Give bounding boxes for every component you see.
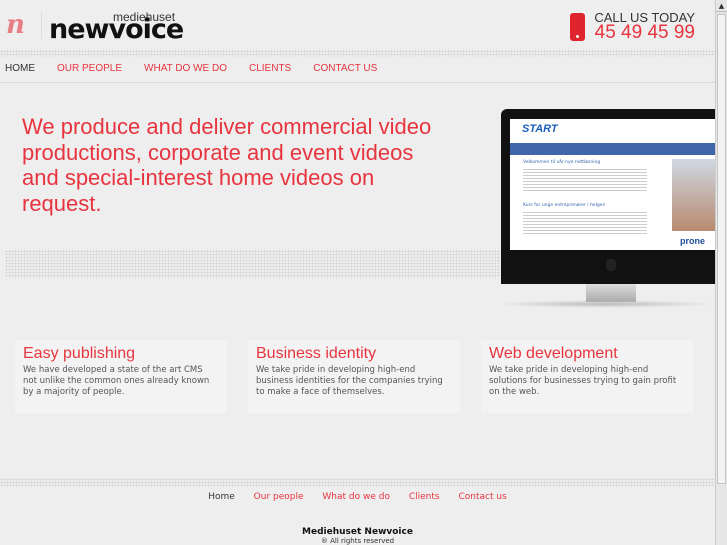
- feature-easy-publishing: Easy publishing We have developed a stat…: [15, 340, 227, 413]
- feature-text: We have developed a state of the art CMS…: [23, 365, 210, 397]
- nav-what-do-we-do[interactable]: WHAT DO WE DO: [144, 63, 227, 74]
- feature-text: We take pride in developing high-end bus…: [256, 365, 443, 397]
- feature-title: Easy publishing: [23, 345, 136, 362]
- feature-title: Web development: [489, 345, 618, 362]
- scrollbar-thumb[interactable]: [717, 14, 726, 484]
- nav-our-people[interactable]: OUR PEOPLE: [57, 63, 122, 74]
- nav-contact-us[interactable]: CONTACT US: [313, 63, 377, 74]
- footer-company: Mediehuset Newvoice: [302, 527, 413, 537]
- footer-nav-clients[interactable]: Clients: [409, 492, 440, 502]
- logo-divider: [41, 11, 42, 39]
- phone-icon: [570, 13, 585, 41]
- phone-number: 45 49 45 99: [594, 22, 695, 43]
- footer-nav: Home Our people What do we do Clients Co…: [0, 492, 715, 502]
- screen-heading-1: Velkommen til vår nye nettløsning: [523, 160, 601, 165]
- scroll-up-icon[interactable]: ▲: [716, 0, 727, 12]
- nav-divider: [0, 82, 715, 83]
- footer-nav-home[interactable]: Home: [208, 492, 235, 502]
- header-band: [0, 50, 715, 57]
- hero-text: We produce and deliver commercial video …: [22, 114, 432, 216]
- logo-mark-icon[interactable]: n: [6, 12, 34, 38]
- footer-nav-what-do-we-do[interactable]: What do we do: [322, 492, 390, 502]
- footer-nav-contact-us[interactable]: Contact us: [458, 492, 506, 502]
- feature-title: Business identity: [256, 345, 377, 362]
- feature-text: We take pride in developing high-end sol…: [489, 365, 677, 397]
- nav-clients[interactable]: CLIENTS: [249, 63, 291, 74]
- monitor-image: START Velkommen til vår nye nettløsning …: [501, 109, 715, 284]
- main-nav: HOME OUR PEOPLE WHAT DO WE DO CLIENTS CO…: [5, 63, 399, 74]
- screen-brand: START: [522, 123, 558, 135]
- apple-logo-icon: [606, 259, 616, 271]
- logo-text[interactable]: newvoice: [49, 14, 184, 45]
- scrollbar[interactable]: ▲: [715, 0, 727, 545]
- footer-nav-our-people[interactable]: Our people: [254, 492, 304, 502]
- screen-partner: prone: [680, 236, 706, 246]
- feature-web-development: Web development We take pride in develop…: [481, 340, 693, 413]
- hero-band: [5, 250, 500, 278]
- nav-home[interactable]: HOME: [5, 63, 35, 74]
- footer-rights: ® All rights reserved: [320, 537, 395, 545]
- screen-heading-2: Kurs for unge entreprenører i helgen: [523, 203, 606, 208]
- footer-band: [0, 478, 715, 486]
- feature-business-identity: Business identity We take pride in devel…: [248, 340, 460, 413]
